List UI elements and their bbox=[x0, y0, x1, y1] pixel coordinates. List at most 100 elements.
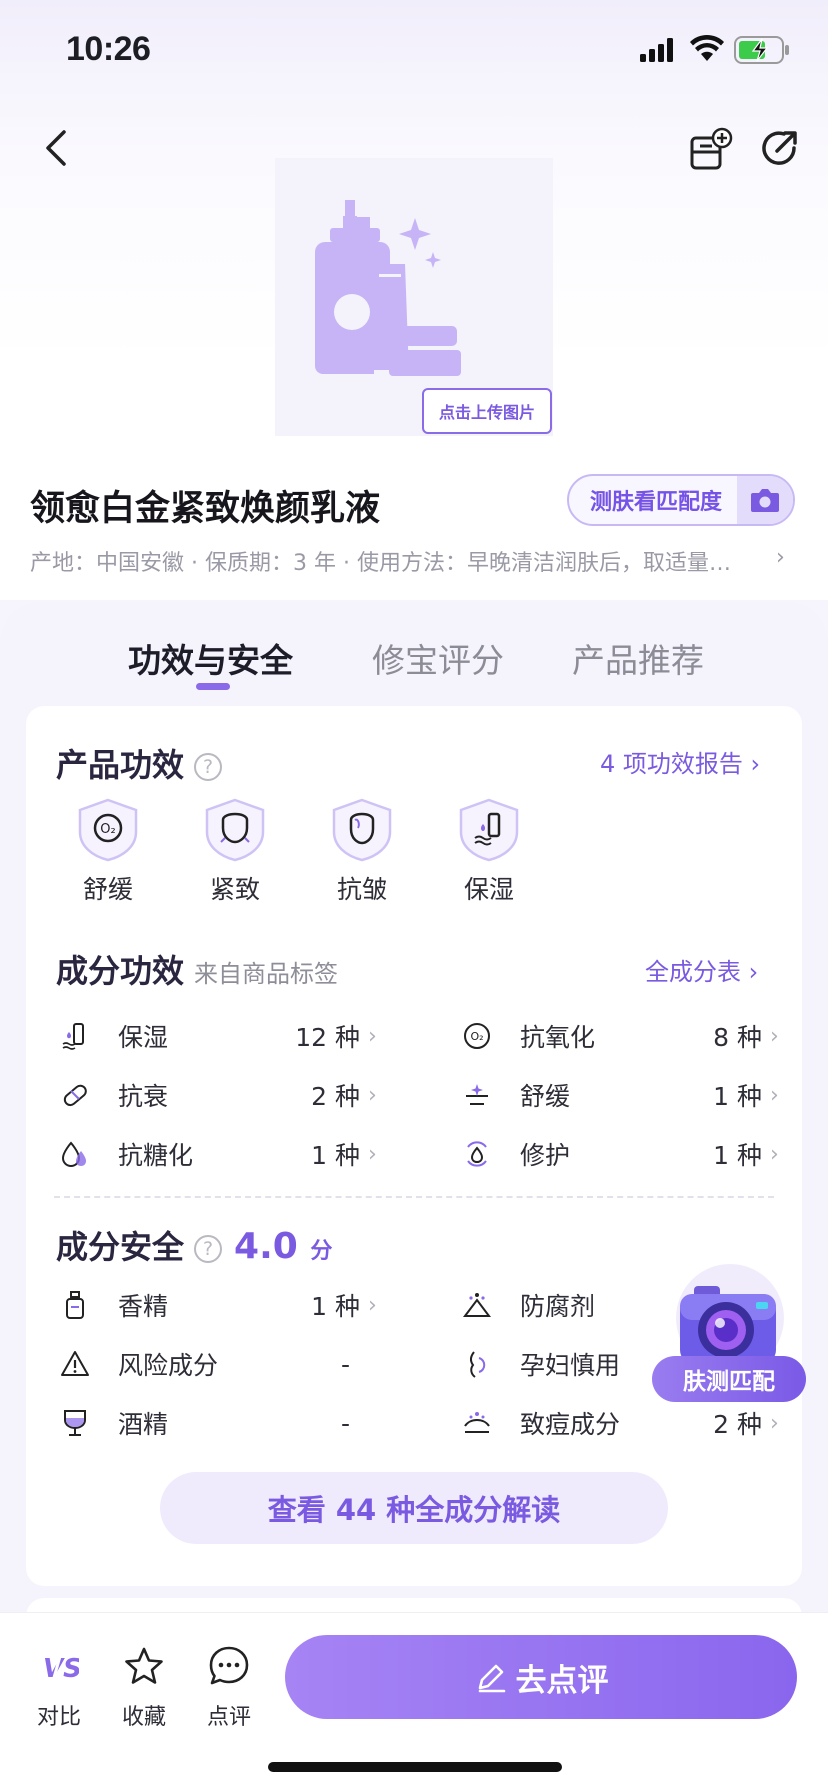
efficacy-label: 舒缓 bbox=[82, 875, 133, 904]
product-meta[interactable]: 产地：中国安徽 · 保质期：3 年 · 使用方法：早晚清洁润肤后，取适量… bbox=[30, 545, 800, 577]
svg-text:O₂: O₂ bbox=[100, 822, 115, 837]
product-title: 领愈白金紧致焕颜乳液 bbox=[30, 489, 381, 529]
tab-bar: 功效与安全 修宝评分 产品推荐 bbox=[0, 620, 828, 700]
back-arrow-icon[interactable] bbox=[40, 128, 76, 168]
tab-rating[interactable]: 修宝评分 bbox=[372, 634, 504, 682]
efficacy-item-firming: 紧致 bbox=[203, 798, 267, 904]
safety-score-value: 4.0 bbox=[234, 1226, 298, 1267]
ingredient-effect-count: 1 种 bbox=[311, 1141, 360, 1170]
efficacy-item-soothe: O₂ 舒缓 bbox=[76, 798, 140, 904]
favorite-label: 收藏 bbox=[121, 1705, 166, 1730]
battery-icon bbox=[734, 36, 789, 64]
help-icon[interactable]: ? bbox=[194, 1235, 223, 1263]
o2-icon: O₂ bbox=[460, 1019, 494, 1053]
safety-label: 酒精 bbox=[118, 1410, 169, 1439]
preservative-icon bbox=[460, 1288, 494, 1322]
chevron-right-icon: › bbox=[368, 1141, 377, 1167]
chevron-right-icon[interactable]: › bbox=[776, 545, 785, 570]
star-icon bbox=[125, 1647, 163, 1684]
efficacy-label: 紧致 bbox=[209, 875, 260, 904]
repair-drop-icon bbox=[460, 1137, 494, 1171]
ingredient-effect-label: 舒缓 bbox=[520, 1082, 571, 1111]
chat-bubble-icon bbox=[209, 1646, 249, 1685]
efficacy-title-text: 产品功效 bbox=[56, 746, 185, 784]
ingredient-effect-count: 1 种 bbox=[713, 1082, 762, 1111]
safety-row[interactable]: 酒精 - bbox=[58, 1403, 380, 1443]
write-review-button[interactable]: 去点评 bbox=[285, 1635, 797, 1719]
view-all-ingredients-button[interactable]: 查看 44 种全成分解读 bbox=[160, 1472, 668, 1544]
vs-icon: VS bbox=[43, 1652, 79, 1683]
skin-test-button[interactable]: 测肤看匹配度 bbox=[567, 474, 795, 526]
chevron-right-icon: › bbox=[368, 1082, 377, 1108]
ingredient-effect-label: 抗糖化 bbox=[118, 1141, 194, 1170]
safety-row[interactable]: 香精 1 种 › bbox=[58, 1285, 380, 1325]
chevron-right-icon: › bbox=[770, 1410, 779, 1436]
status-time: 10:26 bbox=[66, 30, 151, 68]
ingredient-effect-count: 8 种 bbox=[713, 1023, 762, 1052]
section-divider bbox=[54, 1196, 774, 1198]
chevron-right-icon: › bbox=[770, 1023, 779, 1049]
moisture-bottle-icon bbox=[58, 1019, 92, 1053]
tab-recommendations[interactable]: 产品推荐 bbox=[572, 634, 704, 682]
safety-score: 4.0 分 bbox=[234, 1226, 332, 1267]
ingredient-effect-row[interactable]: 舒缓 1 种 › bbox=[460, 1075, 782, 1115]
ingredient-effect-label: 修护 bbox=[520, 1141, 571, 1170]
skin-match-label: 肤测匹配 bbox=[652, 1356, 806, 1402]
chevron-right-icon: › bbox=[770, 1141, 779, 1167]
ingredient-effect-title: 成分功效 来自商品标签 bbox=[56, 946, 338, 992]
compare-label: 对比 bbox=[36, 1705, 81, 1730]
safety-count: 2 种 bbox=[713, 1410, 762, 1439]
status-bar: 10:26 bbox=[0, 0, 828, 100]
ingredient-effect-count: 1 种 bbox=[713, 1141, 762, 1170]
home-indicator bbox=[268, 1762, 562, 1772]
perfume-icon bbox=[58, 1288, 92, 1322]
tab-efficacy-safety[interactable]: 功效与安全 bbox=[128, 634, 293, 682]
wine-glass-icon bbox=[58, 1406, 92, 1440]
comment-label: 点评 bbox=[206, 1705, 251, 1730]
ingredient-effect-row[interactable]: 抗衰 2 种 › bbox=[58, 1075, 380, 1115]
drops-icon bbox=[58, 1137, 92, 1171]
efficacy-item-moisturize: 保湿 bbox=[457, 798, 521, 904]
ingredient-effect-row[interactable]: 修护 1 种 › bbox=[460, 1134, 782, 1174]
camera-icon bbox=[737, 476, 793, 524]
safety-count: - bbox=[340, 1408, 350, 1438]
ingredient-effect-label: 保湿 bbox=[118, 1023, 169, 1052]
full-ingredient-list-text: 全成分表 bbox=[645, 958, 741, 986]
safety-label: 致痘成分 bbox=[520, 1410, 621, 1439]
skin-test-label: 测肤看匹配度 bbox=[589, 490, 722, 515]
o2-shield-icon: O₂ bbox=[78, 798, 138, 862]
add-to-compare-icon[interactable] bbox=[688, 126, 734, 172]
favorite-button[interactable]: 收藏 bbox=[109, 1643, 179, 1731]
chevron-right-icon: › bbox=[368, 1023, 377, 1049]
share-icon[interactable] bbox=[760, 128, 800, 168]
comment-button[interactable]: 点评 bbox=[194, 1643, 264, 1731]
help-icon[interactable]: ? bbox=[194, 753, 223, 781]
moisture-shield-icon bbox=[459, 798, 519, 862]
safety-row[interactable]: 致痘成分 2 种 › bbox=[460, 1403, 782, 1443]
efficacy-report-link[interactable]: 4 项功效报告 › bbox=[600, 744, 760, 779]
ingredient-effect-label: 抗衰 bbox=[118, 1082, 169, 1111]
full-ingredient-list-link[interactable]: 全成分表 › bbox=[645, 952, 758, 987]
pregnant-icon bbox=[460, 1347, 494, 1381]
signal-icon bbox=[640, 38, 673, 62]
warning-icon bbox=[58, 1347, 92, 1381]
skin-match-float-button[interactable]: 肤测匹配 bbox=[650, 1256, 806, 1406]
write-review-label: 去点评 bbox=[515, 1662, 609, 1699]
safety-count: - bbox=[340, 1349, 350, 1379]
ingredient-effect-row[interactable]: 保湿 12 种 › bbox=[58, 1016, 380, 1056]
svg-text:O₂: O₂ bbox=[470, 1030, 483, 1043]
upload-image-button[interactable]: 点击上传图片 bbox=[422, 388, 552, 434]
chevron-right-icon: › bbox=[770, 1082, 779, 1108]
safety-count: 1 种 bbox=[311, 1292, 360, 1321]
efficacy-label: 保湿 bbox=[463, 875, 514, 904]
safety-row[interactable]: 风险成分 - bbox=[58, 1344, 380, 1384]
compare-button[interactable]: VS 对比 bbox=[24, 1643, 94, 1731]
pencil-icon bbox=[478, 1664, 505, 1693]
acne-icon bbox=[460, 1406, 494, 1440]
ingredient-effect-row[interactable]: O₂ 抗氧化 8 种 › bbox=[460, 1016, 782, 1056]
safety-label: 风险成分 bbox=[118, 1351, 219, 1380]
ingredient-effect-row[interactable]: 抗糖化 1 种 › bbox=[58, 1134, 380, 1174]
camera-3d-icon bbox=[676, 1264, 784, 1368]
face-lift-shield-icon bbox=[205, 798, 265, 862]
efficacy-item-antiwrinkle: 抗皱 bbox=[330, 798, 394, 904]
